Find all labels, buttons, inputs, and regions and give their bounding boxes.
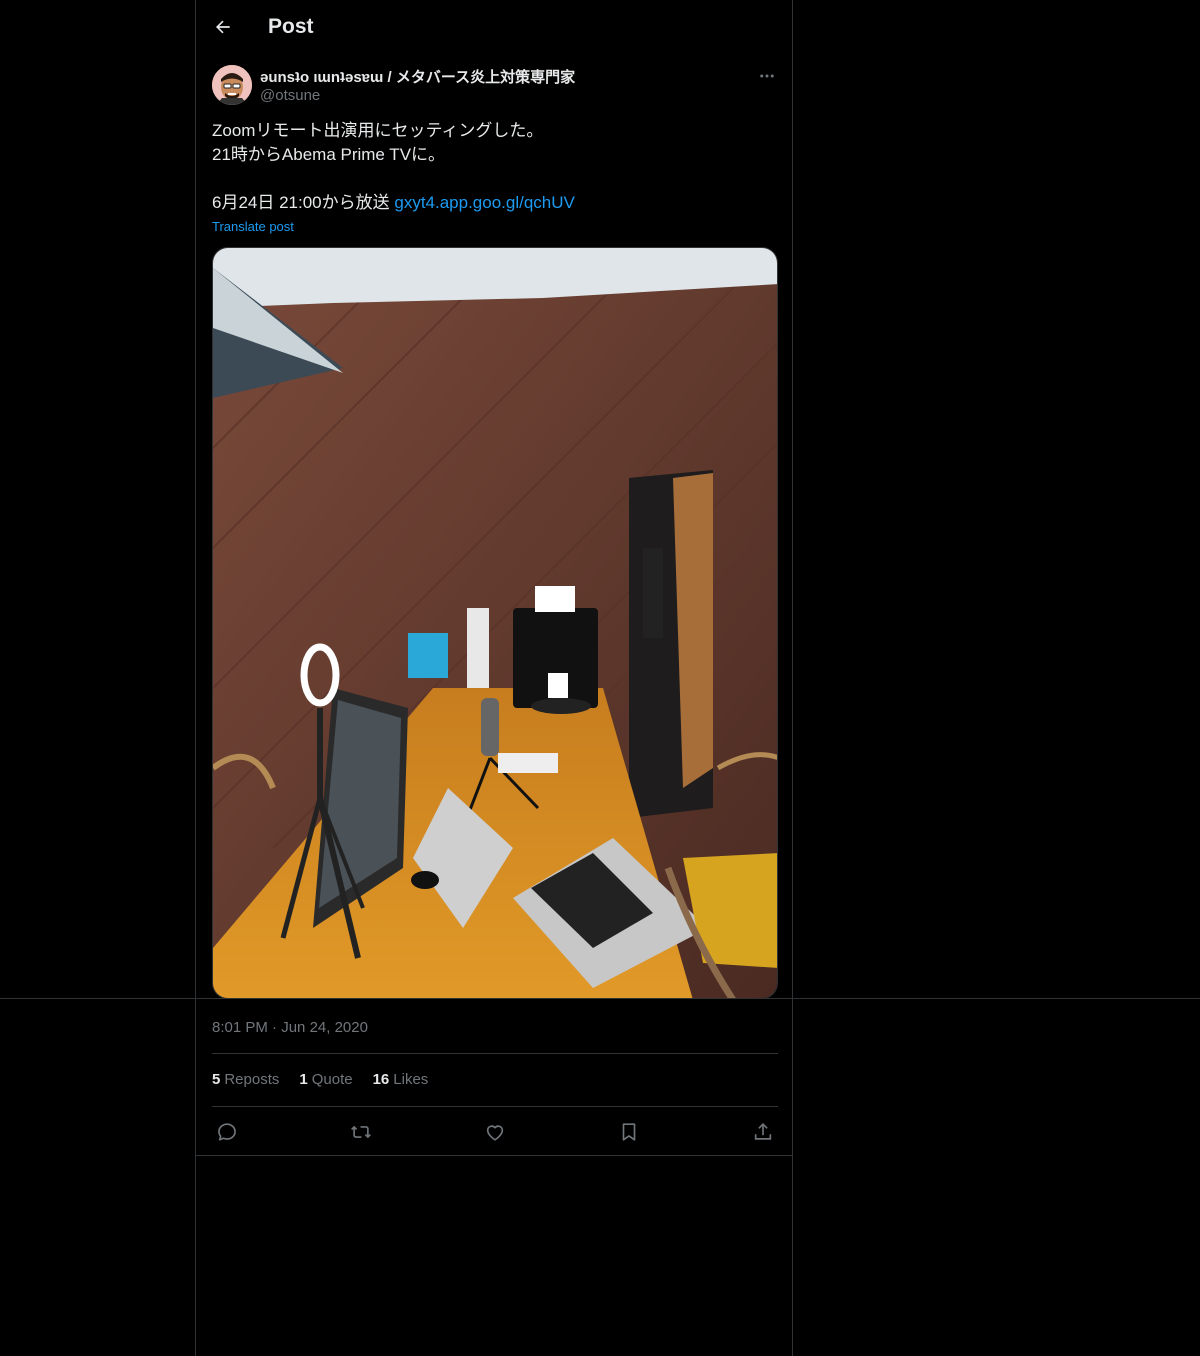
like-icon <box>486 1125 504 1141</box>
bookmark-button[interactable] <box>614 1118 644 1146</box>
repost-icon <box>351 1125 371 1139</box>
author-block: ǝunsʇo ıɯnʇǝsɐɯ / メタバース炎上対策専門家 @otsune <box>212 64 778 108</box>
action-bar <box>212 1118 778 1146</box>
post-line-3: 6月24日 21:00から放送 gxyt4.app.goo.gl/qchUV <box>212 191 778 215</box>
header: Post <box>212 0 314 54</box>
reposts-stat[interactable]: 5 Reposts <box>212 1071 279 1088</box>
viewport-divider <box>0 998 1200 999</box>
post-date: Jun 24, 2020 <box>281 1019 368 1036</box>
quotes-stat[interactable]: 1 Quote <box>299 1071 352 1088</box>
translate-post-link[interactable]: Translate post <box>212 219 294 234</box>
post-photo[interactable] <box>212 247 778 999</box>
quotes-count: 1 <box>299 1071 308 1088</box>
more-button[interactable] <box>756 66 778 86</box>
bookmark-icon <box>622 1123 636 1141</box>
avatar[interactable] <box>212 65 252 105</box>
timestamp-separator: · <box>272 1019 278 1036</box>
reposts-label: Reposts <box>224 1071 280 1088</box>
reply-button[interactable] <box>212 1118 242 1146</box>
share-button[interactable] <box>748 1118 778 1146</box>
divider <box>212 1053 778 1054</box>
main-column: Post ǝunsʇo ıɯnʇǝsɐɯ / メタバース炎上対策専門家 @ots… <box>195 0 793 1356</box>
post-time: 8:01 PM <box>212 1019 268 1036</box>
post-link[interactable]: gxyt4.app.goo.gl/qchUV <box>394 193 575 212</box>
likes-label: Likes <box>393 1071 429 1088</box>
page: Post ǝunsʇo ıɯnʇǝsɐɯ / メタバース炎上対策専門家 @ots… <box>0 0 1200 1356</box>
reposts-count: 5 <box>212 1071 221 1088</box>
likes-count: 16 <box>372 1071 390 1088</box>
post-timestamp[interactable]: 8:01 PM · Jun 24, 2020 <box>212 1019 368 1036</box>
back-button[interactable] <box>212 16 234 38</box>
divider <box>212 1106 778 1107</box>
divider <box>196 1155 792 1156</box>
photo-desk-setup <box>213 248 777 998</box>
post-line-2: 21時からAbema Prime TVに。 <box>212 145 446 164</box>
post-line-3-text: 6月24日 21:00から放送 <box>212 193 395 212</box>
post-text: Zoomリモート出演用にセッティングした。 21時からAbema Prime T… <box>212 119 778 215</box>
author-handle[interactable]: @otsune <box>260 87 320 104</box>
share-icon <box>754 1123 772 1140</box>
likes-stat[interactable]: 16 Likes <box>373 1071 429 1088</box>
more-horizontal-icon <box>760 74 774 78</box>
engagement-stats: 5 Reposts 1 Quote 16 Likes <box>212 1071 448 1088</box>
post-line-1: Zoomリモート出演用にセッティングした。 <box>212 121 544 140</box>
quotes-label: Quote <box>311 1071 353 1088</box>
like-button[interactable] <box>480 1118 510 1146</box>
page-title: Post <box>268 15 314 38</box>
arrow-left-icon <box>216 20 230 34</box>
avatar-image <box>212 65 252 105</box>
repost-button[interactable] <box>346 1118 376 1146</box>
reply-icon <box>218 1123 236 1141</box>
author-display-name[interactable]: ǝunsʇo ıɯnʇǝsɐɯ / メタバース炎上対策専門家 <box>260 66 575 87</box>
